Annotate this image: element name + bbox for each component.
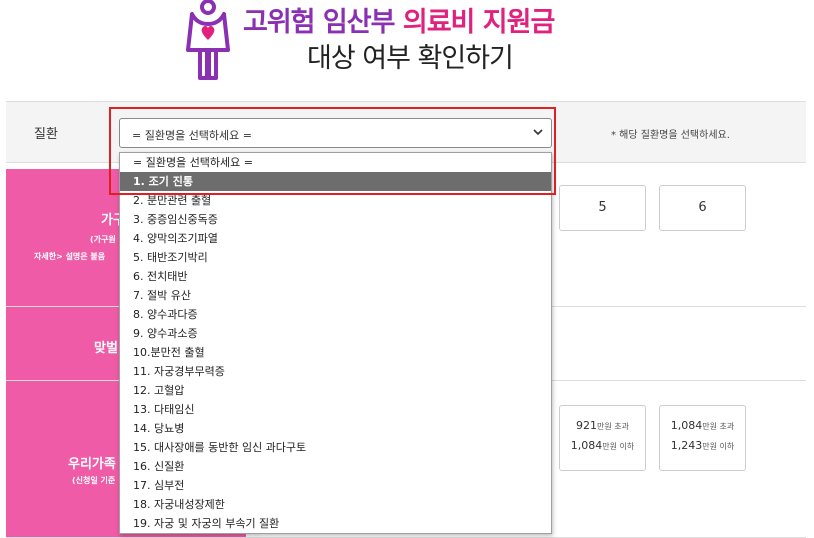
dropdown-option[interactable]: 11. 자궁경부무력증: [120, 362, 551, 381]
income-sub: (신청일 기준: [72, 476, 116, 485]
dropdown-option[interactable]: 8. 양수과다증: [120, 305, 551, 324]
household-sub1: (가구원: [90, 235, 116, 244]
income-b-amount1: 1,084: [670, 419, 703, 432]
dual-income-label: 맞벌: [94, 341, 118, 356]
disease-label: 질환: [34, 127, 58, 142]
income-b-amount2: 1,243: [670, 439, 703, 452]
dropdown-option[interactable]: 16. 신질환: [120, 457, 551, 476]
dropdown-option[interactable]: 19. 자궁 및 자궁의 부속기 질환: [120, 514, 551, 533]
title-part1: 고위험 임산부: [243, 7, 395, 38]
income-a-amount2: 1,084: [570, 439, 603, 452]
dropdown-option[interactable]: = 질환명을 선택하세요 =: [120, 153, 551, 172]
dropdown-option[interactable]: 17. 심부전: [120, 476, 551, 495]
page-subtitle: 대상 여부 확인하기: [307, 43, 514, 74]
dropdown-option[interactable]: 4. 양막의조기파열: [120, 229, 551, 248]
dropdown-option[interactable]: 3. 중증임신중독증: [120, 210, 551, 229]
dropdown-option[interactable]: 14. 당뇨병: [120, 419, 551, 438]
disease-dropdown-list: = 질환명을 선택하세요 = 1. 조기 진통 2. 분만관련 출혈 3. 중증임신중…: [119, 152, 552, 534]
household-option-6[interactable]: 6: [659, 185, 746, 231]
income-a-unit2: 만원 이하: [602, 442, 635, 451]
dropdown-option[interactable]: 18. 자궁내성장제한: [120, 495, 551, 514]
pregnant-woman-icon: [186, 0, 230, 80]
disease-select-value: = 질환명을 선택하세요 =: [132, 129, 253, 142]
income-a-amount1: 921: [576, 419, 597, 432]
dropdown-option[interactable]: 5. 태반조기박리: [120, 248, 551, 267]
household-option-5[interactable]: 5: [559, 185, 646, 231]
disease-select[interactable]: = 질환명을 선택하세요 =: [119, 118, 552, 148]
dropdown-option[interactable]: 13. 다태임신: [120, 400, 551, 419]
dropdown-option[interactable]: 9. 양수과소증: [120, 324, 551, 343]
income-a-unit1: 만원 초과: [597, 422, 629, 431]
dropdown-option[interactable]: 15. 대사장애를 동반한 임신 과다구토: [120, 438, 551, 457]
chevron-down-icon: [533, 129, 543, 136]
dropdown-option[interactable]: 7. 절박 유산: [120, 286, 551, 305]
dropdown-option[interactable]: 10.분만전 출혈: [120, 343, 551, 362]
title-part2: 의료비 지원금: [402, 7, 555, 38]
dropdown-option[interactable]: 2. 분만관련 출혈: [120, 191, 551, 210]
disease-note: * 해당 질환명을 선택하세요.: [611, 130, 730, 141]
income-option-b[interactable]: 1,084만원 초과 1,243만원 이하: [659, 405, 746, 471]
dropdown-option[interactable]: 6. 전치태반: [120, 267, 551, 286]
dropdown-option-selected[interactable]: 1. 조기 진통: [120, 172, 551, 191]
page-title: 고위험 임산부 의료비 지원금: [243, 0, 555, 39]
income-b-unit1: 만원 초과: [702, 422, 735, 431]
dropdown-option[interactable]: 12. 고혈압: [120, 381, 551, 400]
household-sub2: 자세한> 설명은 붙음: [34, 252, 106, 261]
income-option-a[interactable]: 921만원 초과 1,084만원 이하: [559, 405, 646, 471]
page-header: 고위험 임산부 의료비 지원금 대상 여부 확인하기: [0, 0, 814, 96]
income-b-unit2: 만원 이하: [702, 442, 735, 451]
income-label: 우리가족: [68, 457, 116, 472]
